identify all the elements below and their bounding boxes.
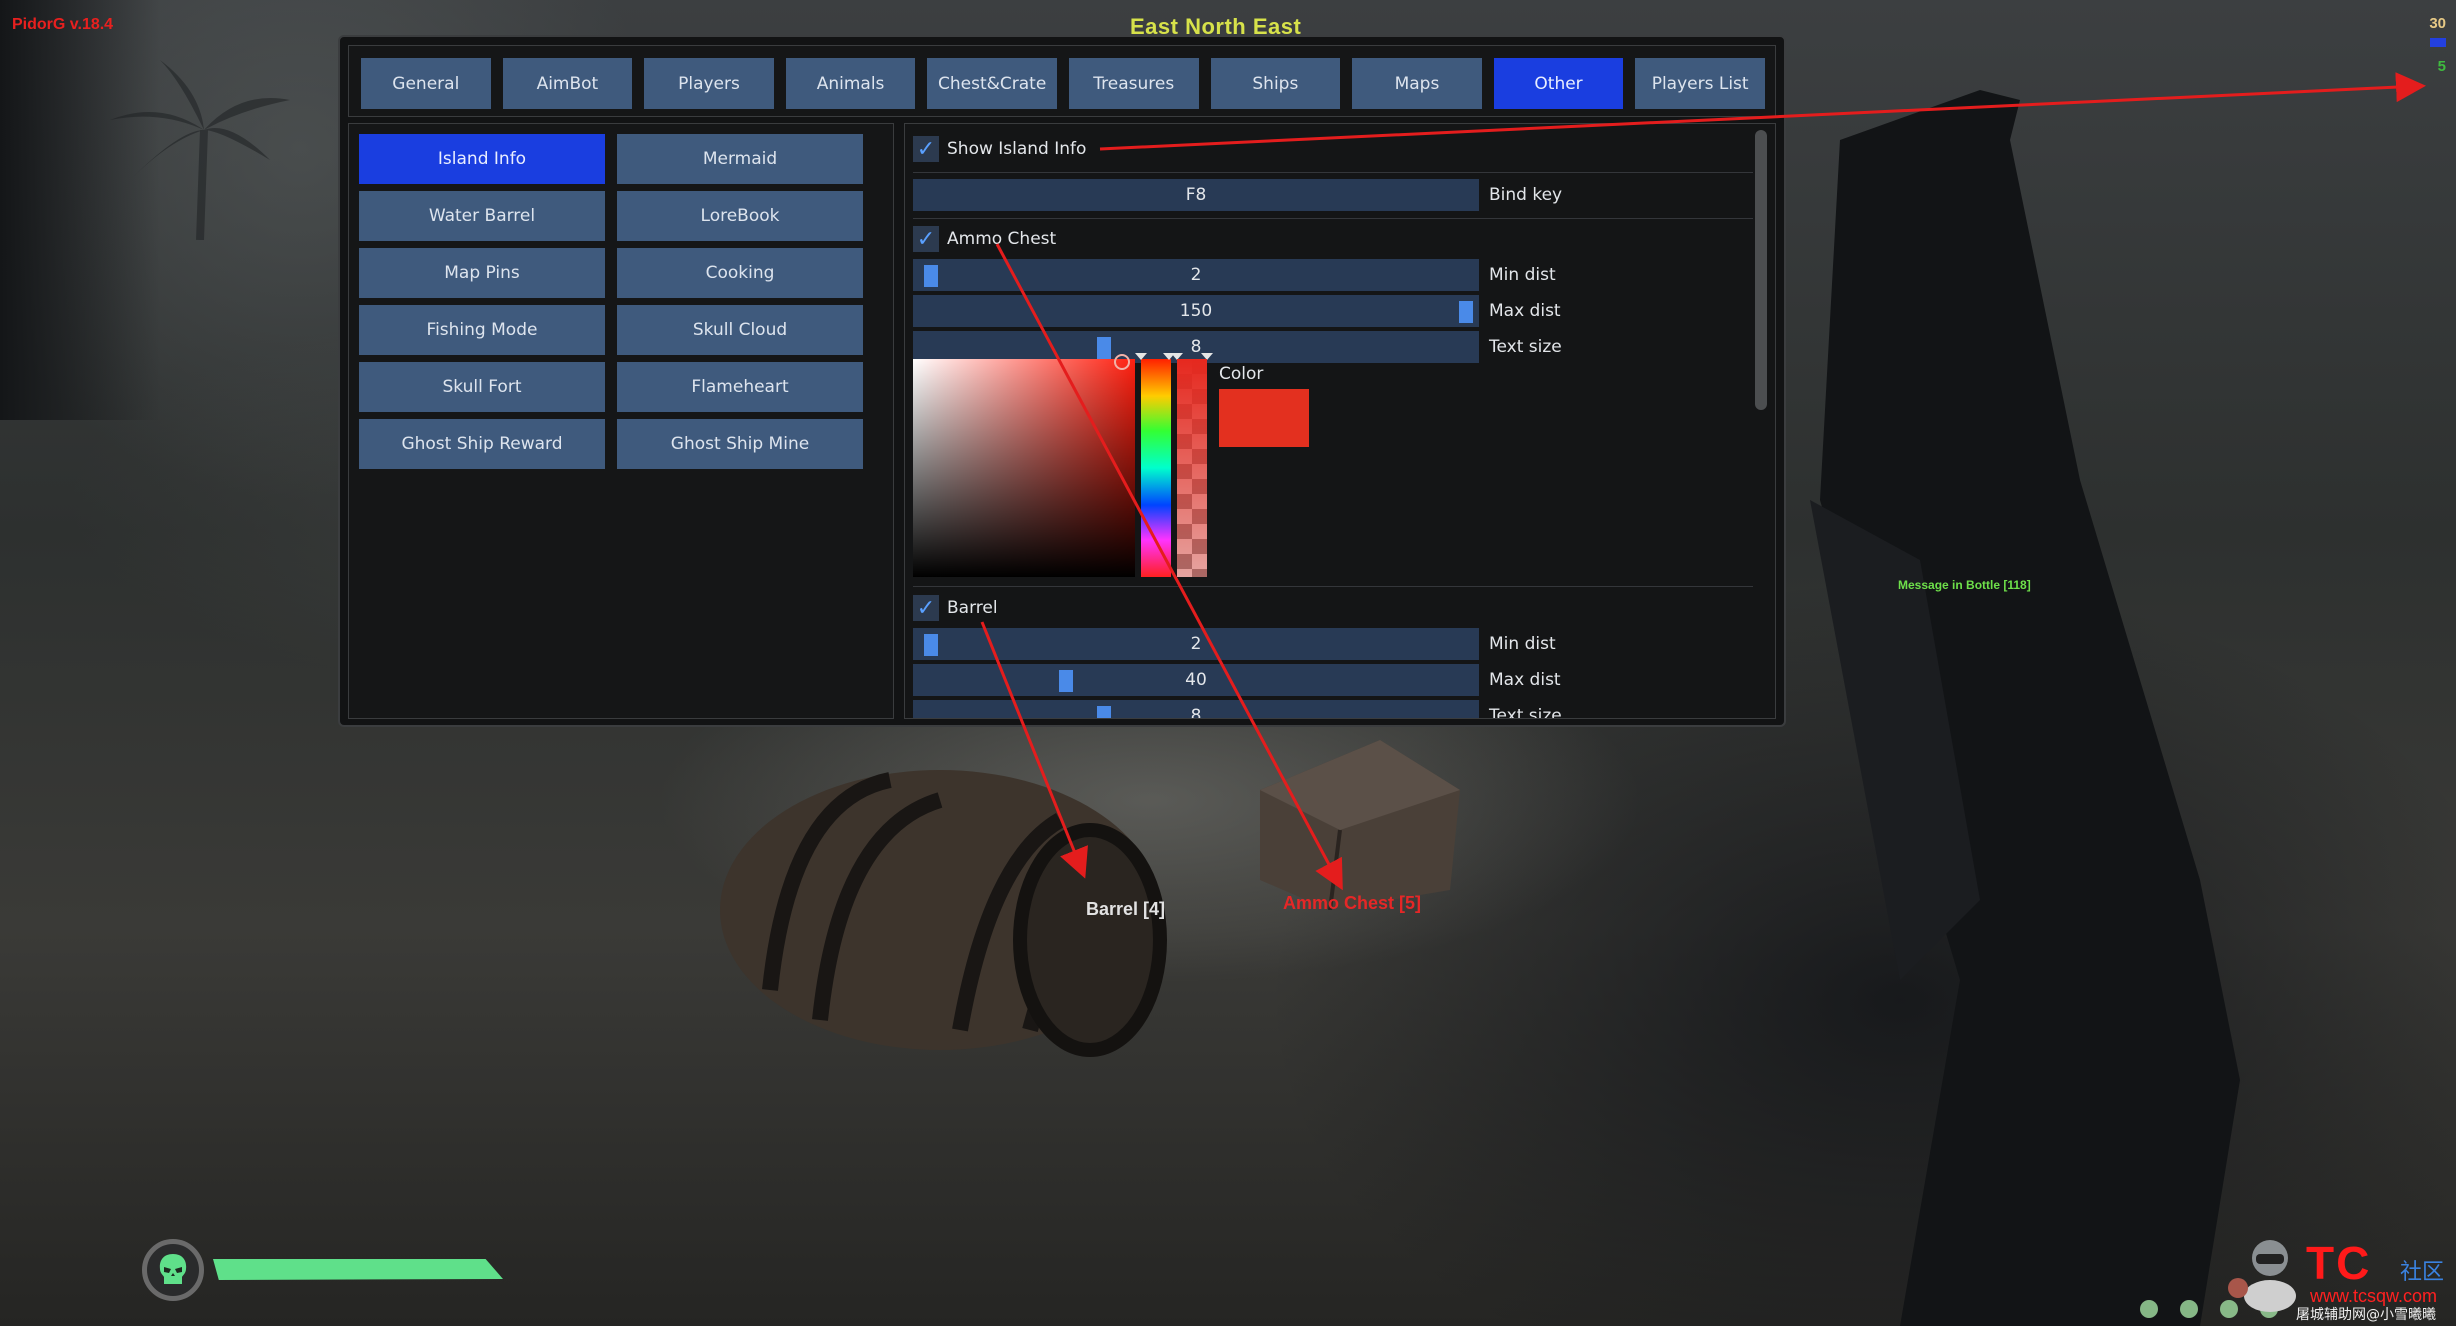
slider-value: 8 — [1190, 706, 1202, 719]
ammo-min-dist-slider[interactable]: 2 — [913, 259, 1479, 291]
nearby-count: 5 — [2437, 58, 2446, 75]
color-saturation-value-square[interactable] — [913, 354, 1135, 577]
esp-label-message-bottle: Message in Bottle [118] — [1898, 578, 2031, 592]
fps-counter: 30 — [2429, 15, 2446, 32]
ammo-max-dist-label: Max dist — [1489, 301, 1561, 321]
barrel-min-dist-slider[interactable]: 2 — [913, 628, 1479, 660]
category-ghost-ship-reward-button[interactable]: Ghost Ship Reward — [359, 419, 605, 469]
category-skull-cloud-button[interactable]: Skull Cloud — [617, 305, 863, 355]
health-hud — [140, 1235, 520, 1305]
color-preview-swatch[interactable] — [1219, 389, 1309, 447]
watermark-brand: TC — [2306, 1237, 2372, 1289]
tab-maps[interactable]: Maps — [1352, 58, 1482, 109]
color-label: Color — [1219, 364, 1264, 384]
watermark-brand-cn: 社区 — [2400, 1260, 2445, 1285]
category-skull-fort-button[interactable]: Skull Fort — [359, 362, 605, 412]
cheat-version-label: PidorG v.18.4 — [12, 16, 114, 33]
category-map-pins-button[interactable]: Map Pins — [359, 248, 605, 298]
slider-value: 150 — [1179, 301, 1213, 321]
show-island-info-row[interactable]: ✓ Show Island Info — [913, 134, 1743, 164]
main-tab-bar: General AimBot Players Animals Chest&Crate Tr… — [348, 45, 1776, 117]
category-mermaid-button[interactable]: Mermaid — [617, 134, 863, 184]
tab-players[interactable]: Players — [644, 58, 774, 109]
slider-grab[interactable] — [1097, 706, 1112, 718]
esp-label-barrel: Barrel [4] — [1086, 899, 1166, 919]
slider-grab[interactable] — [1097, 337, 1112, 359]
ammo-min-dist-label: Min dist — [1489, 265, 1556, 285]
tab-animals[interactable]: Animals — [785, 58, 916, 109]
checkmark-icon[interactable]: ✓ — [913, 136, 939, 162]
category-ghost-ship-mine-button[interactable]: Ghost Ship Mine — [617, 419, 863, 469]
slider-grab[interactable] — [924, 265, 939, 287]
slider-value: 8 — [1190, 337, 1202, 357]
settings-panel: ✓ Show Island Info F8 Bind key ✓ Ammo Ch… — [904, 123, 1776, 719]
tab-treasures[interactable]: Treasures — [1068, 58, 1199, 109]
category-cooking-button[interactable]: Cooking — [617, 248, 863, 298]
category-fishing-mode-button[interactable]: Fishing Mode — [359, 305, 605, 355]
menu-window: General AimBot Players Animals Chest&Crate Tr… — [338, 35, 1786, 727]
category-lorebook-button[interactable]: LoreBook — [617, 191, 863, 241]
divider — [913, 172, 1753, 173]
scrollbar-thumb[interactable] — [1755, 130, 1767, 410]
slider-grab[interactable] — [1459, 301, 1473, 323]
slider-grab[interactable] — [1059, 670, 1074, 692]
tab-ships[interactable]: Ships — [1210, 58, 1341, 109]
hue-slider[interactable] — [1141, 359, 1171, 577]
ammo-max-dist-slider[interactable]: 150 — [913, 295, 1479, 327]
category-panel: Island Info Mermaid Water Barrel LoreBook Ma… — [348, 123, 894, 719]
divider — [913, 586, 1753, 587]
tab-chest-crate[interactable]: Chest&Crate — [927, 58, 1057, 109]
divider — [913, 218, 1753, 219]
bind-key-field[interactable]: F8 — [913, 179, 1479, 211]
ammo-text-size-label: Text size — [1489, 337, 1562, 357]
slider-value: 2 — [1190, 634, 1202, 654]
barrel-row[interactable]: ✓ Barrel — [913, 593, 1743, 623]
barrel-text-size-slider[interactable]: 8 — [913, 700, 1479, 719]
checkmark-icon[interactable]: ✓ — [913, 226, 939, 252]
slider-value: 40 — [1185, 670, 1207, 690]
category-flameheart-button[interactable]: Flameheart — [617, 362, 863, 412]
checkmark-icon[interactable]: ✓ — [913, 595, 939, 621]
palm-tree-silhouette — [110, 60, 290, 240]
category-grid: Island Info Mermaid Water Barrel LoreBook Ma… — [359, 134, 863, 469]
tab-aimbot[interactable]: AimBot — [502, 58, 633, 109]
barrel-label: Barrel — [947, 598, 998, 618]
flintlock-pistol — [1810, 90, 2240, 1326]
slider-value: 2 — [1190, 265, 1202, 285]
watermark-subtitle: 屠城辅助网@小雪曦曦 — [2296, 1307, 2436, 1323]
tab-general[interactable]: General — [361, 58, 491, 109]
hue-marker-icon — [1135, 353, 1147, 360]
alpha-slider[interactable] — [1177, 359, 1207, 577]
barrel-max-dist-label: Max dist — [1489, 670, 1561, 690]
barrel-text-size-label: Text size — [1489, 706, 1562, 719]
hud-stats: 30 5 — [2429, 14, 2446, 77]
bind-key-label: Bind key — [1489, 185, 1563, 205]
barrel-min-dist-label: Min dist — [1489, 634, 1556, 654]
ammo-chest-object — [1260, 740, 1460, 910]
skull-icon — [142, 1239, 204, 1301]
status-indicator-bar — [2430, 38, 2446, 47]
ammo-chest-label: Ammo Chest — [947, 229, 1057, 249]
health-bar — [213, 1259, 503, 1280]
watermark: TC 社区 www.tcsqw.com 屠城辅助网@小雪曦曦 — [2110, 1236, 2456, 1326]
tab-other[interactable]: Other — [1493, 58, 1624, 109]
slider-grab[interactable] — [924, 634, 939, 656]
ammo-chest-row[interactable]: ✓ Ammo Chest — [913, 224, 1743, 254]
category-island-info-button[interactable]: Island Info — [359, 134, 605, 184]
color-picker-cursor[interactable] — [1114, 354, 1130, 370]
category-water-barrel-button[interactable]: Water Barrel — [359, 191, 605, 241]
show-island-info-label: Show Island Info — [947, 139, 1087, 159]
tab-players-list[interactable]: Players List — [1635, 58, 1765, 109]
barrel-max-dist-slider[interactable]: 40 — [913, 664, 1479, 696]
esp-label-ammo-chest: Ammo Chest [5] — [1283, 893, 1422, 913]
